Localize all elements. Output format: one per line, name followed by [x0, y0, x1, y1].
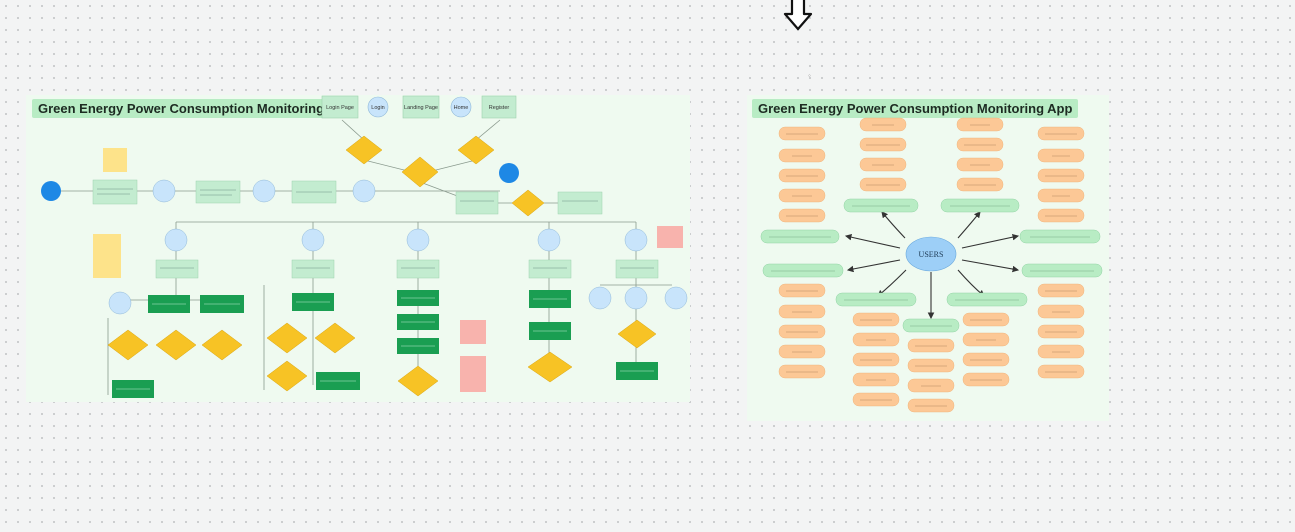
- users-label: USERS: [919, 250, 944, 259]
- right-mindmap: USERS: [760, 117, 1103, 413]
